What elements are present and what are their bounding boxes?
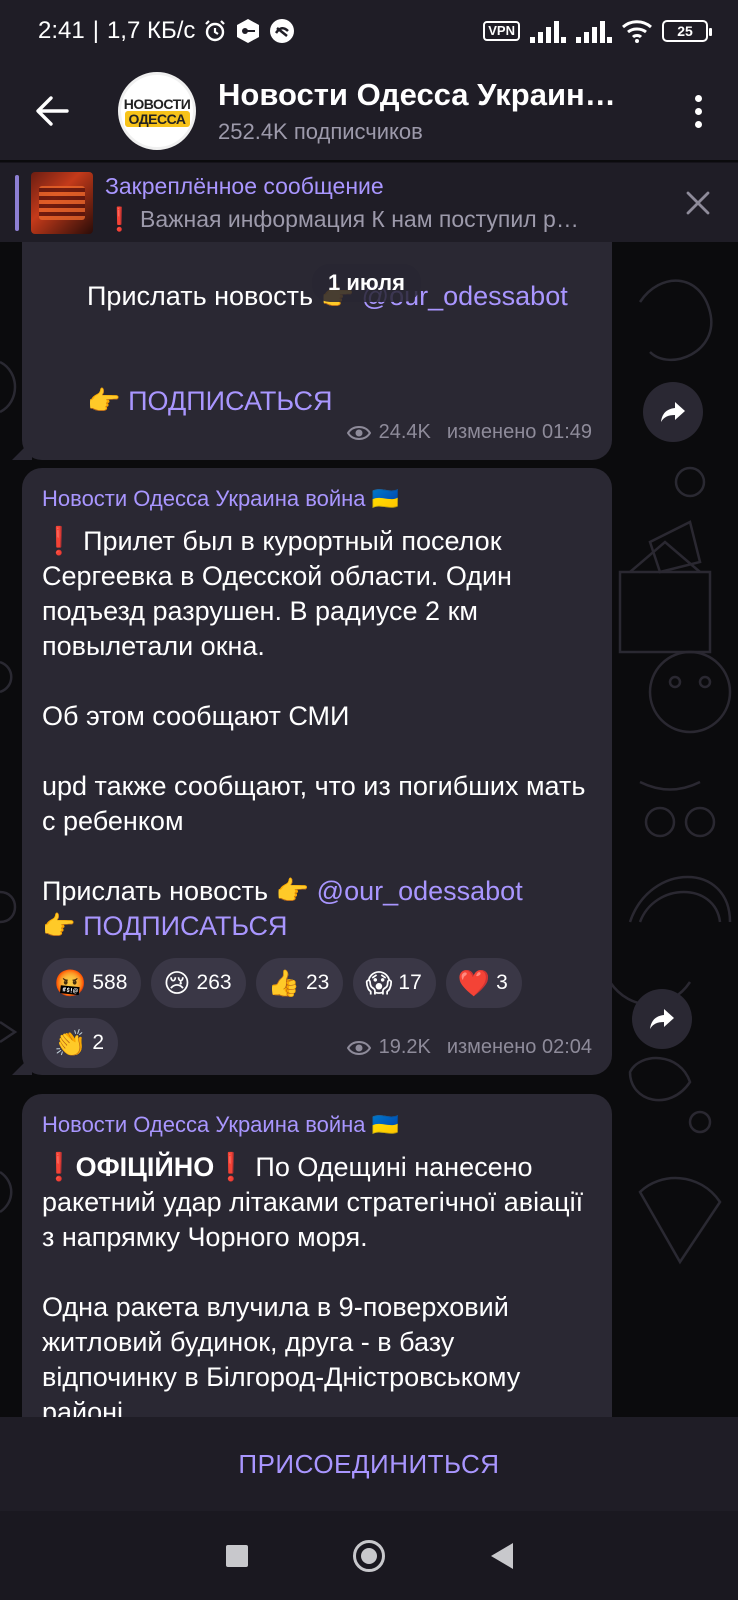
wifi-icon (622, 19, 652, 43)
message-author[interactable]: Новости Одесса Украина война 🇺🇦 (42, 1112, 592, 1138)
vpn-icon: VPN (483, 21, 520, 41)
signal-icon-2 (576, 19, 612, 43)
clapping-hands-icon: 👏 (54, 1028, 87, 1058)
status-bar: 2:41 | 1,7 КБ/с VPN 25 (0, 0, 738, 62)
more-dot (694, 120, 702, 128)
reaction-crying[interactable]: 😢 263 (151, 958, 246, 1008)
message-body: ❗ Прилет был в курортный поселок Сергеев… (42, 526, 586, 836)
status-left: 2:41 | 1,7 КБ/с (38, 17, 295, 45)
recents-square-icon[interactable] (225, 1544, 248, 1567)
subscribe-prefix: 👉 (42, 911, 84, 941)
more-dot (694, 107, 702, 115)
share-arrow-icon (650, 1009, 674, 1029)
message-bold-lead: ❗ОФІЦІЙНО❗ (42, 1152, 248, 1182)
back-arrow-icon (36, 96, 69, 126)
more-dots-icon (694, 94, 702, 102)
subscriber-count: 252.4K подписчиков (218, 119, 423, 144)
eye-icon (346, 1040, 371, 1055)
reaction-count: 23 (305, 971, 330, 994)
status-separator: | (92, 17, 99, 44)
clock: 2:41 (38, 17, 85, 44)
date-pill: 1 июля (312, 264, 421, 302)
system-nav-bar (0, 1511, 738, 1600)
edited-time: изменено 01:49 (446, 421, 592, 443)
channel-avatar[interactable]: НОВОСТИ ОДЕССА (118, 72, 196, 150)
avatar-text-top: НОВОСТИ (123, 95, 191, 112)
view-count: 24.4K (378, 421, 431, 443)
reaction-angry[interactable]: 🤬 588 (42, 958, 142, 1008)
alarm-icon (203, 19, 227, 43)
status-right: VPN 25 (483, 19, 712, 43)
pinned-text: Закреплённое сообщение ❗ Важная информац… (105, 173, 668, 233)
network-speed: 1,7 КБ/с (106, 17, 196, 44)
subscribe-link[interactable]: ПОДПИСАТЬСЯ (83, 911, 287, 941)
pinned-thumbnail (31, 171, 93, 234)
reaction-count: 588 (92, 971, 128, 994)
view-count: 19.2K (378, 1036, 431, 1058)
close-icon (686, 191, 710, 214)
key-app-icon (235, 18, 261, 44)
message-meta-2: 19.2K изменено 02:04 (346, 1036, 592, 1059)
join-button-label: ПРИСОЕДИНИТЬСЯ (238, 1448, 500, 1479)
forward-button-2[interactable] (632, 989, 692, 1049)
message-bubble-2[interactable]: Новости Одесса Украина война 🇺🇦 ❗ Прилет… (12, 468, 612, 1075)
close-pinned-button[interactable] (668, 191, 728, 215)
back-triangle-icon[interactable] (490, 1542, 513, 1569)
signal-icon (530, 19, 566, 43)
share-arrow-icon (661, 402, 685, 422)
home-circle-icon[interactable] (353, 1539, 385, 1572)
forward-button-1[interactable] (643, 382, 703, 442)
bot-link[interactable]: @our_odessabot (317, 876, 523, 906)
join-button[interactable]: ПРИСОЕДИНИТЬСЯ (0, 1417, 738, 1511)
channel-title: Новости Одесса Украин… (218, 77, 616, 112)
pinned-preview: ❗ Важная информация К нам поступил р… (105, 205, 579, 232)
reaction-scream[interactable]: 😱 17 (353, 958, 436, 1008)
message-text-2: ❗ Прилет был в курортный поселок Сергеев… (42, 524, 592, 944)
chat-header: НОВОСТИ ОДЕССА Новости Одесса Украин… 25… (0, 62, 738, 160)
message-text-3: ❗ОФІЦІЙНО❗ По Одещині нанесено ракетний … (42, 1150, 592, 1417)
message-bubble-3[interactable]: Новости Одесса Украина война 🇺🇦 ❗ОФІЦІЙН… (22, 1094, 612, 1417)
reaction-count: 263 (196, 971, 232, 994)
edited-time: изменено 02:04 (446, 1036, 592, 1058)
pinned-indicator (15, 174, 19, 231)
reaction-count: 3 (496, 971, 508, 994)
chat-area[interactable]: Прислать новость 👉 @our_odessabot 👉 ПОДП… (0, 242, 738, 1417)
message-meta-1: 24.4K изменено 01:49 (346, 421, 592, 444)
angry-face-icon: 🤬 (54, 968, 87, 998)
reaction-count: 2 (92, 1031, 105, 1054)
back-button[interactable] (20, 79, 84, 143)
reaction-count: 17 (398, 971, 422, 994)
battery-icon: 25 (662, 20, 712, 42)
header-info[interactable]: Новости Одесса Украин… 252.4K подписчико… (218, 77, 678, 145)
app-notification-icon (269, 18, 295, 44)
pinned-title: Закреплённое сообщение (105, 172, 384, 199)
reaction-clap[interactable]: 👏 2 (42, 1018, 119, 1068)
screaming-face-icon: 😱 (365, 968, 393, 998)
subscribe-link[interactable]: ПОДПИСАТЬСЯ (128, 386, 332, 416)
avatar-text-bottom: ОДЕССА (124, 110, 190, 127)
pinned-message-bar[interactable]: Закреплённое сообщение ❗ Важная информац… (0, 162, 738, 242)
more-menu-button[interactable] (678, 79, 718, 143)
subscribe-prefix: 👉 (87, 386, 129, 416)
reaction-thumbs-up[interactable]: 👍 23 (255, 958, 344, 1008)
message-body: По Одещині нанесено ракетний удар літака… (42, 1152, 584, 1417)
thumbs-up-icon: 👍 (267, 968, 300, 998)
send-news-label: Прислать новость 👉 (42, 876, 317, 906)
message-author[interactable]: Новости Одесса Украина война 🇺🇦 (42, 486, 592, 512)
heart-icon: ❤️ (457, 968, 491, 998)
crying-face-icon: 😢 (163, 968, 191, 998)
reaction-heart[interactable]: ❤️ 3 (445, 958, 522, 1008)
eye-icon (346, 425, 371, 440)
